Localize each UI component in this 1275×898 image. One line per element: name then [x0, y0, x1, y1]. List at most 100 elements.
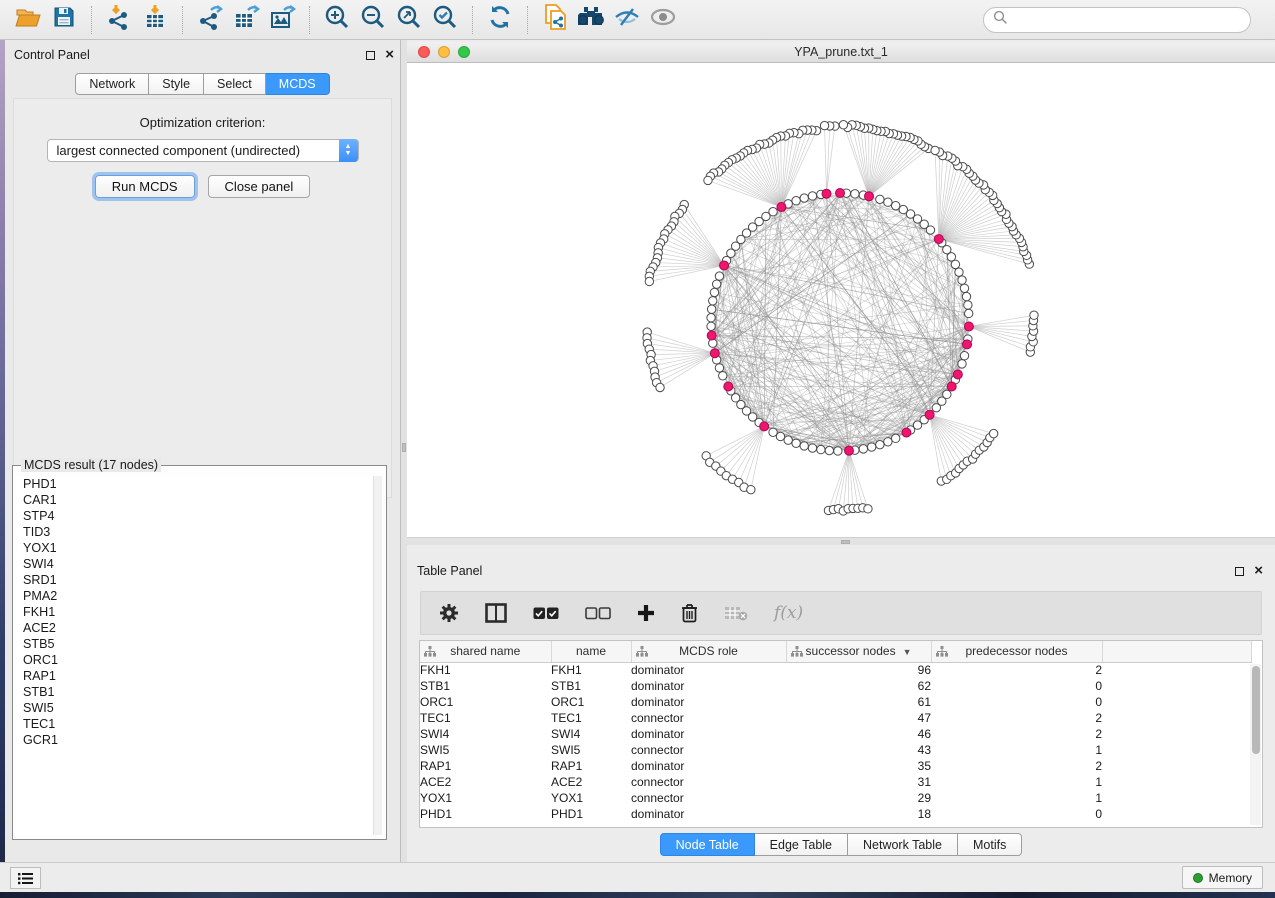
open-folder-icon [15, 5, 41, 34]
close-icon[interactable]: × [385, 50, 394, 60]
mcds-node-item[interactable]: SWI4 [17, 556, 382, 572]
first-neighbors-button[interactable] [573, 5, 609, 35]
cell-shared-name: STB1 [420, 678, 551, 694]
cell-successor-nodes: 61 [786, 694, 931, 710]
tab-select[interactable]: Select [204, 73, 266, 95]
function-builder-button[interactable]: f(x) [774, 603, 803, 623]
table-settings-button[interactable] [439, 603, 459, 623]
hide-selected-button[interactable] [609, 5, 645, 35]
mcds-node-item[interactable]: RAP1 [17, 668, 382, 684]
mcds-node-item[interactable]: TEC1 [17, 716, 382, 732]
add-column-button[interactable] [637, 604, 655, 622]
table-row[interactable]: TEC1TEC1connector472 [420, 710, 1251, 726]
mcds-node-item[interactable]: CAR1 [17, 492, 382, 508]
mcds-list-scrollbar[interactable] [373, 476, 382, 835]
search-field[interactable] [983, 7, 1251, 33]
table-row[interactable]: RAP1RAP1dominator352 [420, 758, 1251, 774]
zoom-selected-icon [432, 4, 458, 35]
column-header-predecessor-nodes[interactable]: predecessor nodes [931, 641, 1102, 662]
float-window-icon[interactable] [1235, 567, 1244, 576]
cell-MCDS-role: connector [631, 710, 786, 726]
divider-grip[interactable] [402, 443, 406, 452]
mcds-node-item[interactable]: STB5 [17, 636, 382, 652]
tab-style[interactable]: Style [149, 73, 204, 95]
cell-shared-name: SWI4 [420, 726, 551, 742]
network-window-titlebar[interactable]: YPA_prune.txt_1 [407, 42, 1275, 63]
tab-network[interactable]: Network [75, 73, 149, 95]
cell-successor-nodes: 31 [786, 774, 931, 790]
copy-style-button[interactable] [537, 5, 573, 35]
show-all-button[interactable] [645, 5, 681, 35]
memory-button[interactable]: Memory [1182, 866, 1263, 889]
column-header-successor-nodes[interactable]: successor nodes▼ [786, 641, 931, 662]
mcds-node-item[interactable]: YOX1 [17, 540, 382, 556]
zoom-selected-button[interactable] [427, 5, 463, 35]
mcds-node-item[interactable]: GCR1 [17, 732, 382, 748]
export-image-button[interactable] [264, 5, 300, 35]
control-panel: Control Panel × NetworkStyleSelectMCDS O… [5, 40, 401, 862]
table-scrollbar-thumb[interactable] [1252, 666, 1260, 754]
split-columns-button[interactable] [485, 603, 507, 623]
run-mcds-button[interactable]: Run MCDS [95, 175, 195, 198]
export-network-icon [197, 4, 223, 35]
open-file-button[interactable] [10, 5, 46, 35]
table-row[interactable]: SWI4SWI4dominator462 [420, 726, 1251, 742]
zoom-in-button[interactable] [319, 5, 355, 35]
cell-MCDS-role: dominator [631, 726, 786, 742]
mcds-node-item[interactable]: ORC1 [17, 652, 382, 668]
zoom-fit-button[interactable] [391, 5, 427, 35]
table-panel-title: Table Panel [417, 564, 482, 578]
table-row[interactable]: ORC1ORC1dominator610 [420, 694, 1251, 710]
table-row[interactable]: STB1STB1dominator620 [420, 678, 1251, 694]
column-header-MCDS-role[interactable]: MCDS role [631, 641, 786, 662]
mcds-node-item[interactable]: TID3 [17, 524, 382, 540]
table-row[interactable]: SWI5SWI5connector431 [420, 742, 1251, 758]
optimization-criterion-select[interactable]: largest connected component (undirected)… [47, 139, 359, 162]
save-session-button[interactable] [46, 5, 82, 35]
horizontal-split-divider[interactable] [407, 537, 1275, 545]
refresh-button[interactable] [482, 5, 518, 35]
show-panels-list-button[interactable] [10, 867, 41, 889]
search-input[interactable] [1008, 12, 1241, 27]
tab-mcds[interactable]: MCDS [266, 73, 330, 95]
sort-chevron-down-icon: ▼ [903, 647, 912, 657]
export-network-button[interactable] [192, 5, 228, 35]
select-all-checkboxes-button[interactable] [533, 607, 559, 620]
mcds-node-item[interactable]: FKH1 [17, 604, 382, 620]
export-table-button[interactable] [228, 5, 264, 35]
tab-node-table[interactable]: Node Table [660, 833, 755, 856]
table-scrollbar[interactable] [1250, 664, 1261, 825]
float-window-icon[interactable] [366, 51, 375, 60]
network-view[interactable] [407, 63, 1275, 537]
mcds-node-item[interactable]: ACE2 [17, 620, 382, 636]
delete-column-button[interactable] [681, 603, 698, 623]
mcds-node-item[interactable]: SRD1 [17, 572, 382, 588]
column-header-shared-name[interactable]: shared name [420, 641, 551, 662]
memory-label: Memory [1209, 871, 1252, 885]
close-icon[interactable]: × [1254, 566, 1263, 576]
network-graph[interactable] [407, 63, 1275, 537]
mcds-result-list[interactable]: PHD1CAR1STP4TID3YOX1SWI4SRD1PMA2FKH1ACE2… [17, 476, 382, 835]
divider-grip[interactable] [841, 540, 850, 544]
tab-edge-table[interactable]: Edge Table [755, 833, 848, 856]
mcds-node-item[interactable]: STP4 [17, 508, 382, 524]
table-row[interactable]: ACE2ACE2connector311 [420, 774, 1251, 790]
list-icon [18, 872, 34, 885]
table-row[interactable]: YOX1YOX1connector291 [420, 790, 1251, 806]
zoom-out-button[interactable] [355, 5, 391, 35]
mcds-node-item[interactable]: SWI5 [17, 700, 382, 716]
deselect-all-checkboxes-button[interactable] [585, 607, 611, 620]
mcds-node-item[interactable]: PMA2 [17, 588, 382, 604]
column-header-name[interactable]: name [551, 641, 631, 662]
import-table-button[interactable] [137, 5, 173, 35]
table-row[interactable]: FKH1FKH1dominator962 [420, 662, 1251, 678]
tab-motifs[interactable]: Motifs [958, 833, 1022, 856]
mcds-node-item[interactable]: STB1 [17, 684, 382, 700]
mcds-node-item[interactable]: PHD1 [17, 476, 382, 492]
close-panel-button[interactable]: Close panel [208, 175, 311, 198]
cell-shared-name: TEC1 [420, 710, 551, 726]
import-network-button[interactable] [101, 5, 137, 35]
tab-network-table[interactable]: Network Table [848, 833, 958, 856]
delete-table-button[interactable] [724, 605, 748, 621]
table-row[interactable]: PHD1PHD1dominator180 [420, 806, 1251, 822]
